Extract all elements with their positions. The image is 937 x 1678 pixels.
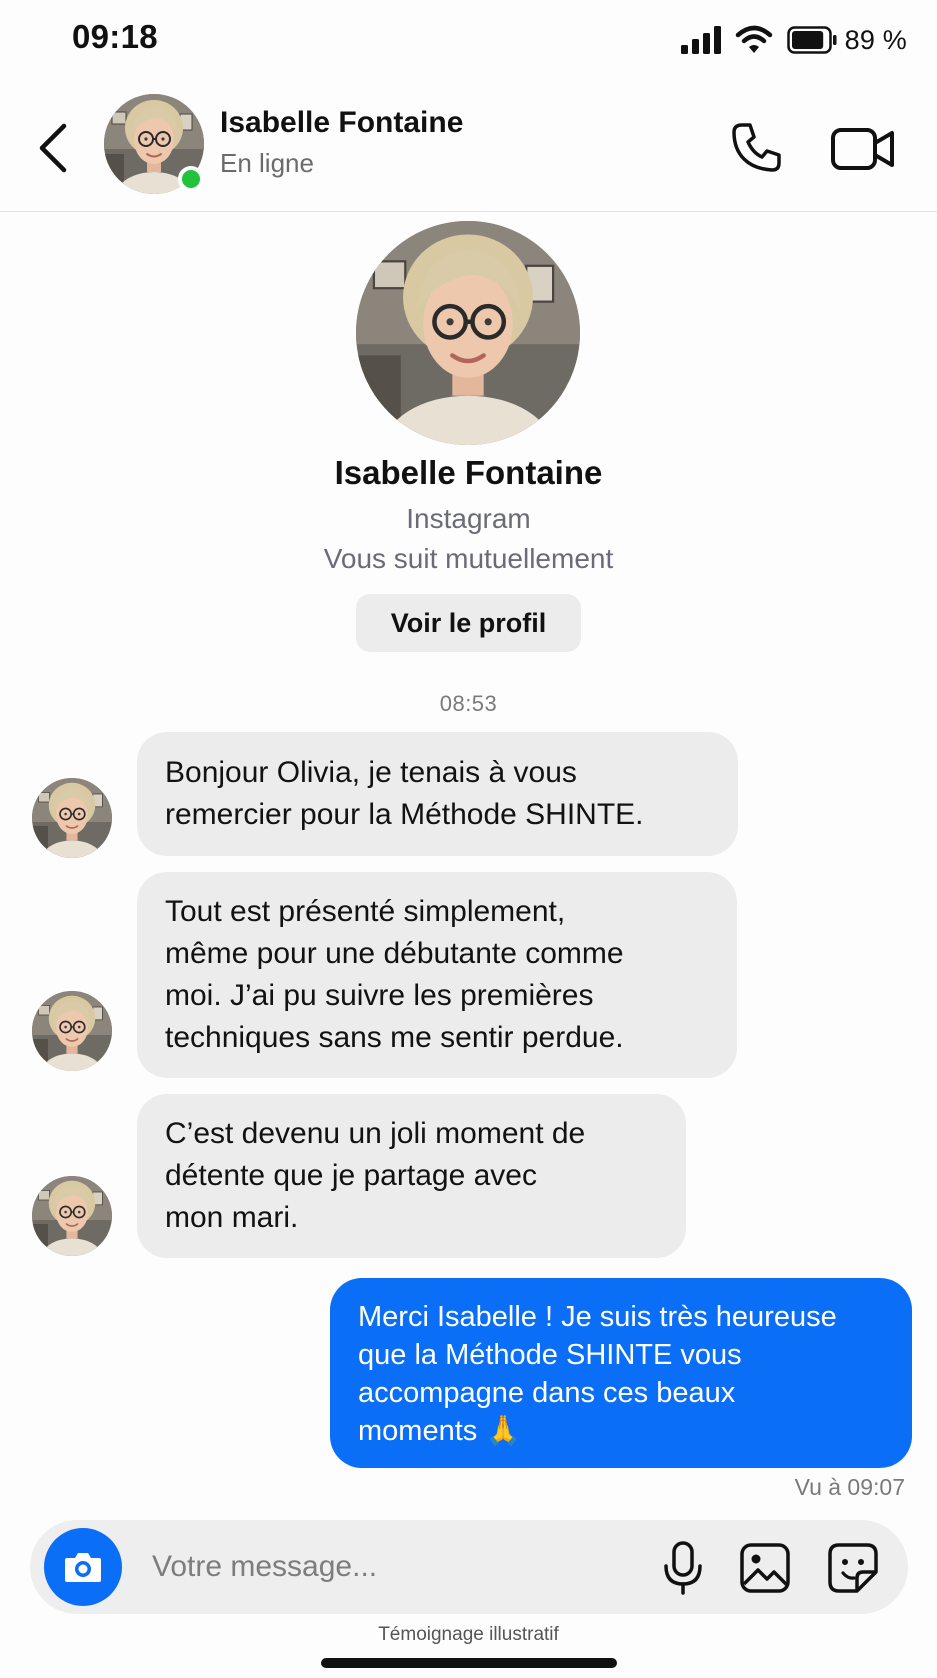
home-indicator[interactable]	[321, 1658, 617, 1668]
message-line: mon mari.	[165, 1201, 299, 1234]
status-bar: 09:18 89 %	[0, 0, 937, 78]
message-line: moi. J’ai pu suivre les premières	[165, 979, 594, 1012]
thread-timestamp: 08:53	[439, 691, 498, 716]
message-composer	[30, 1520, 908, 1614]
message-line: moments 🙏	[358, 1415, 522, 1447]
sender-avatar	[32, 778, 112, 858]
incoming-message[interactable]: Tout est présenté simplement, même pour …	[137, 872, 737, 1078]
back-button[interactable]	[34, 118, 74, 178]
sender-avatar	[32, 991, 112, 1071]
message-line: que la Méthode SHINTE vous	[358, 1339, 742, 1371]
message-line: Tout est présenté simplement,	[165, 895, 566, 928]
message-line: techniques sans me sentir perdue.	[165, 1021, 624, 1054]
message-line: remercier pour la Méthode SHINTE.	[165, 798, 644, 831]
view-profile-button[interactable]: Voir le profil	[356, 594, 581, 652]
message-text: Tout est présenté simplement, même pour …	[165, 891, 624, 1059]
gallery-icon	[740, 1543, 790, 1593]
conversation-header: Isabelle Fontaine En ligne	[0, 84, 937, 212]
microphone-icon	[664, 1541, 702, 1595]
message-line: Bonjour Olivia, je tenais à vous	[165, 756, 577, 789]
message-line: accompagne dans ces beaux	[358, 1377, 736, 1409]
message-input[interactable]	[152, 1542, 632, 1592]
battery-percentage: 89 %	[844, 24, 907, 55]
sender-avatar	[32, 1176, 112, 1256]
outgoing-message[interactable]: Merci Isabelle ! Je suis très heureuse q…	[330, 1278, 912, 1468]
status-time: 09:18	[72, 18, 158, 55]
message-line: même pour une débutante comme	[165, 937, 624, 970]
online-indicator	[178, 166, 204, 192]
video-camera-icon	[831, 128, 894, 170]
message-line: détente que je partage avec	[165, 1159, 537, 1192]
profile-platform: Instagram	[406, 503, 531, 534]
sticker-button[interactable]	[827, 1542, 879, 1594]
incoming-message[interactable]: C’est devenu un joli moment de détente q…	[137, 1094, 686, 1258]
contact-avatar-button[interactable]	[104, 94, 204, 194]
profile-name: Isabelle Fontaine	[334, 454, 603, 491]
voice-message-button[interactable]	[660, 1540, 706, 1596]
message-text: Bonjour Olivia, je tenais à vous remerci…	[165, 752, 644, 836]
phone-icon	[732, 123, 781, 172]
presence-status: En ligne	[220, 148, 314, 178]
battery-icon	[786, 26, 837, 54]
wifi-icon	[735, 25, 773, 55]
incoming-message[interactable]: Bonjour Olivia, je tenais à vous remerci…	[137, 732, 738, 856]
message-text: C’est devenu un joli moment de détente q…	[165, 1113, 585, 1239]
signal-icon	[680, 26, 723, 54]
video-call-button[interactable]	[830, 122, 896, 176]
camera-button[interactable]	[44, 1528, 122, 1606]
camera-icon	[65, 1553, 101, 1582]
message-line: C’est devenu un joli moment de	[165, 1117, 586, 1150]
voice-call-button[interactable]	[728, 120, 784, 176]
seen-receipt: Vu à 09:07	[794, 1474, 905, 1500]
contact-name[interactable]: Isabelle Fontaine	[220, 106, 463, 140]
gallery-button[interactable]	[739, 1542, 791, 1594]
back-chevron-icon	[39, 123, 67, 173]
disclaimer: Témoignage illustratif	[378, 1624, 559, 1645]
profile-avatar	[356, 221, 580, 445]
profile-relationship: Vous suit mutuellement	[323, 543, 614, 574]
message-line: Merci Isabelle ! Je suis très heureuse	[358, 1301, 837, 1333]
status-indicators: 89 %	[680, 22, 907, 58]
sticker-icon	[828, 1543, 878, 1593]
